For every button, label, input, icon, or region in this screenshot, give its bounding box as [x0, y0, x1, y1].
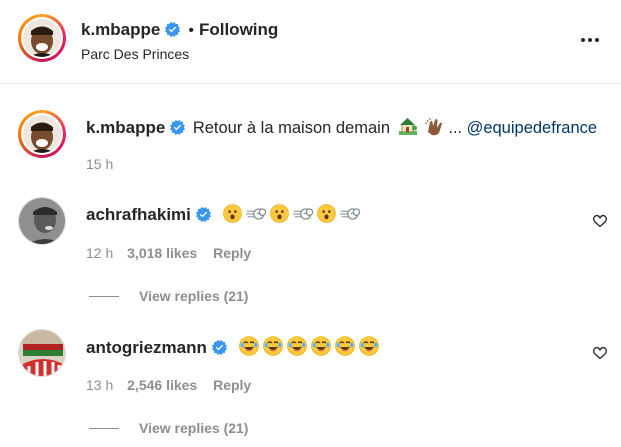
comment-likes-count[interactable]: 2,546 likes [127, 377, 197, 393]
hushed-face-icon [317, 204, 336, 223]
dashing-away-icon [292, 206, 314, 222]
commenter-username[interactable]: antogriezmann [86, 338, 207, 357]
verified-badge-icon [212, 340, 227, 355]
face-with-tears-of-joy-icon [263, 336, 283, 356]
author-avatar[interactable] [23, 19, 61, 57]
commenter-avatar[interactable] [18, 329, 66, 377]
comment-emoji-text [239, 336, 379, 356]
reply-button[interactable]: Reply [213, 245, 251, 261]
face-with-tears-of-joy-icon [287, 336, 307, 356]
caption-timestamp[interactable]: 15 h [86, 156, 113, 172]
face-with-tears-of-joy-icon [359, 336, 379, 356]
caption-username[interactable]: k.mbappe [86, 118, 165, 137]
following-button[interactable]: Following [199, 20, 278, 39]
caption-text: Retour à la maison demain [192, 119, 390, 137]
dashing-away-icon [245, 206, 267, 222]
view-replies-button[interactable]: View replies (21) [139, 420, 248, 436]
face-with-tears-of-joy-icon [311, 336, 331, 356]
comment-emoji-text [223, 204, 361, 223]
post-header: k.mbappe • Following Parc Des Princes [0, 0, 621, 84]
face-with-tears-of-joy-icon [335, 336, 355, 356]
comment-timestamp[interactable]: 13 h [86, 377, 113, 393]
verified-badge-icon [170, 120, 185, 135]
commenter-avatar[interactable] [18, 197, 66, 245]
comment-likes-count[interactable]: 3,018 likes [127, 245, 197, 261]
author-username[interactable]: k.mbappe [81, 20, 160, 39]
face-with-tears-of-joy-icon [239, 336, 259, 356]
more-options-icon[interactable] [578, 32, 602, 48]
hushed-face-icon [270, 204, 289, 223]
caption-ellipsis: ... [448, 119, 463, 137]
verified-badge-icon [165, 22, 180, 37]
verified-badge-icon [196, 207, 211, 222]
comment-timestamp[interactable]: 12 h [86, 245, 113, 261]
caption-mention-link[interactable]: @equipedefrance [467, 119, 598, 137]
caption-avatar[interactable] [23, 115, 61, 153]
house-with-garden-icon [399, 118, 418, 135]
view-replies-button[interactable]: View replies (21) [139, 288, 248, 304]
like-heart-icon[interactable] [592, 213, 608, 229]
like-heart-icon[interactable] [592, 345, 608, 361]
reply-button[interactable]: Reply [213, 377, 251, 393]
dashing-away-icon [339, 206, 361, 222]
replies-divider [89, 427, 119, 429]
replies-divider [89, 295, 119, 297]
separator-dot: • [188, 22, 194, 39]
post-location[interactable]: Parc Des Princes [81, 46, 189, 62]
clapping-hands-icon [424, 118, 442, 136]
commenter-username[interactable]: achrafhakimi [86, 205, 191, 224]
hushed-face-icon [223, 204, 242, 223]
